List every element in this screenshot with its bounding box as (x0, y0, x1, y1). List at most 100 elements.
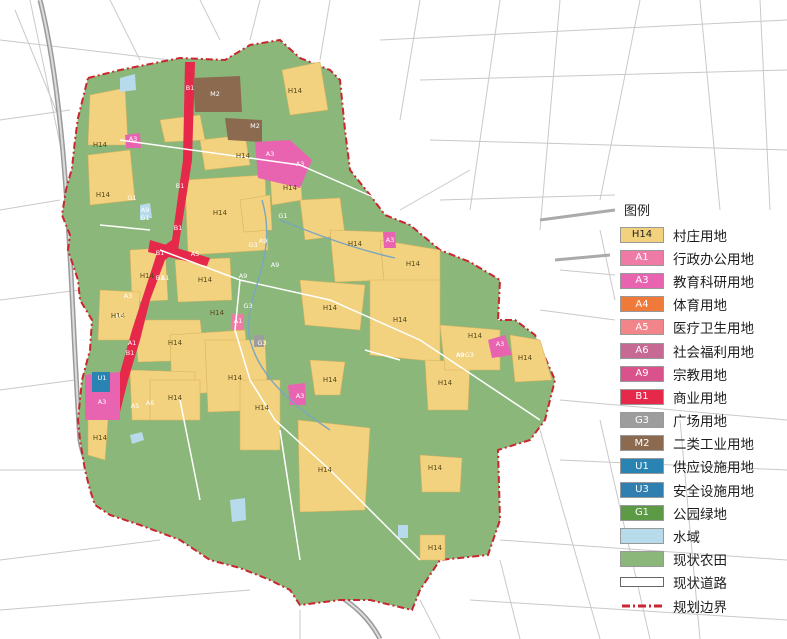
legend-code: U3 (635, 484, 649, 496)
legend-swatch: M2 (620, 435, 664, 452)
legend-item: G3 广场用地 (617, 409, 785, 432)
map-label-h14: H14 (168, 394, 183, 402)
map-label-u3: U3 (116, 312, 125, 320)
map-label-g1: G1 (140, 214, 149, 222)
map-label-a3: A3 (124, 292, 133, 300)
legend-item: A9 宗教用地 (617, 362, 785, 385)
legend-label: 广场用地 (673, 414, 727, 431)
legend-label: 体育用地 (673, 298, 727, 315)
legend-label: 公园绿地 (673, 506, 727, 523)
map-label-h14: H14 (255, 404, 270, 412)
legend-item: 水域 (617, 524, 785, 547)
legend-code: A4 (635, 298, 649, 310)
map-label-g3: G3 (257, 339, 266, 347)
legend-item: A5 医疗卫生用地 (617, 316, 785, 339)
map-label-g3: G3 (243, 302, 252, 310)
legend-swatch (620, 528, 664, 545)
legend-swatch (620, 601, 664, 611)
map-label-h14: H14 (213, 209, 228, 217)
map-label-h14: H14 (198, 276, 213, 284)
map-label-h14: H14 (318, 466, 333, 474)
legend-item: 规划边界 (617, 594, 785, 617)
map-label-a3: A3 (266, 150, 275, 158)
map-label-g1: G1 (127, 194, 136, 202)
map-label-h14: H14 (406, 260, 421, 268)
legend-swatch: B1 (620, 388, 664, 405)
map-label-a3: A3 (386, 236, 395, 244)
map-label-h14: H14 (168, 339, 183, 347)
legend-swatch: G3 (620, 412, 664, 429)
map-label-b1: B1 (174, 224, 183, 232)
map-label-a5: A5 (191, 250, 200, 258)
map-label-g3: G3 (248, 241, 257, 249)
map-label-h14: H14 (393, 316, 408, 324)
map-label-h14: H14 (428, 544, 443, 552)
legend-swatch: A9 (620, 365, 664, 382)
map-label-a9: A9G3 (456, 351, 474, 359)
legend-item: 现状农田 (617, 548, 785, 571)
map-label-u1: U1 (98, 374, 107, 382)
map-label-h14: H14 (236, 152, 251, 160)
legend-item: A1 行政办公用地 (617, 246, 785, 269)
map-label-b1: B1 (176, 182, 185, 190)
legend-label: 规划边界 (673, 599, 727, 616)
legend-item: 现状道路 (617, 571, 785, 594)
legend-label: 村庄用地 (673, 228, 727, 245)
map-label-h14: H14 (210, 309, 225, 317)
legend-label: 现状道路 (673, 576, 727, 593)
legend-code: G1 (634, 507, 650, 519)
map-label-b1: B1 (186, 84, 195, 92)
legend-item: A4 体育用地 (617, 293, 785, 316)
legend-label: 安全设施用地 (673, 483, 754, 500)
map-label-h14: H14 (228, 374, 243, 382)
map-label-a1: A1 (128, 339, 137, 347)
legend-code: G3 (634, 414, 650, 426)
legend-item: U1 供应设施用地 (617, 455, 785, 478)
legend-swatch: A3 (620, 272, 664, 289)
legend-code: U1 (635, 460, 649, 472)
legend-swatch: A5 (620, 319, 664, 336)
legend-item: U3 安全设施用地 (617, 478, 785, 501)
legend-label: 商业用地 (673, 390, 727, 407)
map-label-a6: A6 (146, 399, 155, 407)
map-label-b1: B1 (156, 274, 165, 282)
map-label-a3: A3 (296, 160, 305, 168)
legend-item: H14 村庄用地 (617, 223, 785, 246)
highway-east (539, 208, 616, 262)
legend-items: H14 村庄用地 A1 行政办公用地 A3 教育科研用地 A4 体育用地 A5 医疗卫生用地 A6 社… (617, 223, 785, 617)
map-label-h14: H14 (283, 184, 298, 192)
legend-swatch: H14 (620, 226, 664, 243)
map-label-h14: H14 (438, 379, 453, 387)
legend-code: A1 (635, 252, 649, 264)
legend: 图例 H14 村庄用地 A1 行政办公用地 A3 教育科研用地 A4 体育用地 A5 医疗卫生用地… (617, 203, 785, 617)
map-label-a3: A3 (129, 135, 138, 143)
map-label-b1: B1 (126, 349, 135, 357)
legend-code: A5 (635, 321, 649, 333)
legend-label: 宗教用地 (673, 367, 727, 384)
map-label-h14: H14 (93, 141, 108, 149)
legend-label: 现状农田 (673, 553, 727, 570)
legend-swatch: U1 (620, 458, 664, 475)
legend-swatch: G1 (620, 504, 664, 521)
map-label-g1: G1 (278, 212, 287, 220)
legend-code: A6 (635, 345, 649, 357)
legend-label: 行政办公用地 (673, 251, 754, 268)
map-label-a1: A1 (234, 317, 243, 325)
legend-label: 社会福利用地 (673, 344, 754, 361)
map-label-b1: B1 (156, 249, 165, 257)
map-label-h14: H14 (348, 240, 363, 248)
map-label-h14: H14 (288, 87, 303, 95)
map-label-h14: H14 (468, 332, 483, 340)
legend-title: 图例 (624, 204, 651, 219)
map-label-a3: A3 (496, 340, 505, 348)
map-label-a5: A5 (131, 402, 140, 410)
legend-item: M2 二类工业用地 (617, 432, 785, 455)
legend-label: 供应设施用地 (673, 460, 754, 477)
map-label-a9: A9 (271, 261, 280, 269)
map-label-a9: A9 (239, 272, 248, 280)
map-label-a3: A3 (98, 398, 107, 406)
legend-code: B1 (635, 391, 649, 403)
map-label-a9: A9 (259, 237, 268, 245)
legend-swatch: A1 (620, 249, 664, 266)
legend-code: A3 (635, 275, 649, 287)
